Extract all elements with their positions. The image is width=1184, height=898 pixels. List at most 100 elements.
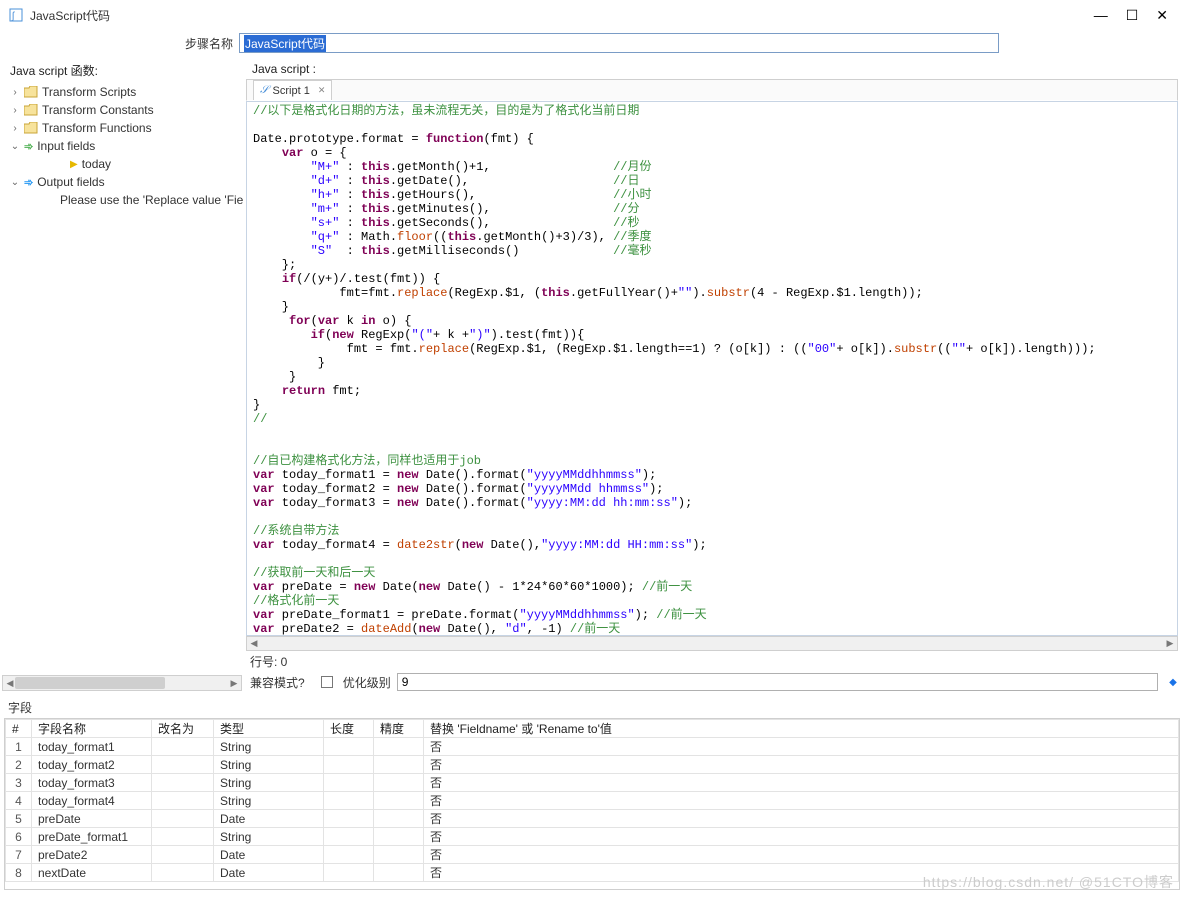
cell[interactable]: 2 bbox=[6, 756, 32, 774]
cell[interactable] bbox=[374, 828, 424, 846]
column-header[interactable]: # bbox=[6, 720, 32, 738]
table-row[interactable]: 5preDate Date 否 bbox=[6, 810, 1179, 828]
column-header[interactable]: 长度 bbox=[324, 720, 374, 738]
scroll-right-icon[interactable]: ▶ bbox=[227, 676, 241, 690]
opt-level-input[interactable] bbox=[397, 673, 1158, 691]
cell[interactable] bbox=[324, 846, 374, 864]
cell[interactable]: Date bbox=[214, 810, 324, 828]
column-header[interactable]: 字段名称 bbox=[32, 720, 152, 738]
cell[interactable] bbox=[374, 792, 424, 810]
column-header[interactable]: 改名为 bbox=[152, 720, 214, 738]
cell[interactable] bbox=[374, 774, 424, 792]
cell[interactable]: 否 bbox=[424, 864, 1179, 882]
cell[interactable]: today_format1 bbox=[32, 738, 152, 756]
cell[interactable]: today_format2 bbox=[32, 756, 152, 774]
cell[interactable] bbox=[324, 774, 374, 792]
cell[interactable]: 否 bbox=[424, 774, 1179, 792]
cell[interactable] bbox=[374, 846, 424, 864]
cell[interactable]: 1 bbox=[6, 738, 32, 756]
cell[interactable]: String bbox=[214, 738, 324, 756]
cell[interactable]: String bbox=[214, 792, 324, 810]
cell[interactable] bbox=[152, 738, 214, 756]
scroll-right-icon[interactable]: ▶ bbox=[1163, 637, 1177, 650]
expand-arrow-icon[interactable]: › bbox=[10, 105, 20, 116]
tab-script-1[interactable]: 𝒮 Script 1 ✕ bbox=[253, 80, 332, 100]
cell[interactable] bbox=[324, 828, 374, 846]
function-tree[interactable]: ›Transform Scripts›Transform Constants›T… bbox=[0, 79, 244, 675]
maximize-button[interactable]: ☐ bbox=[1126, 7, 1139, 24]
cell[interactable]: 否 bbox=[424, 756, 1179, 774]
cell[interactable]: 否 bbox=[424, 792, 1179, 810]
cell[interactable] bbox=[374, 864, 424, 882]
cell[interactable]: today_format4 bbox=[32, 792, 152, 810]
cell[interactable]: 否 bbox=[424, 846, 1179, 864]
expand-arrow-icon[interactable]: › bbox=[10, 123, 20, 134]
fields-table[interactable]: #字段名称改名为类型长度精度替换 'Fieldname' 或 'Rename t… bbox=[5, 719, 1179, 882]
cell[interactable] bbox=[152, 810, 214, 828]
expand-arrow-icon[interactable]: ⌄ bbox=[10, 177, 20, 188]
table-row[interactable]: 2today_format2 String 否 bbox=[6, 756, 1179, 774]
table-row[interactable]: 3today_format3 String 否 bbox=[6, 774, 1179, 792]
scroll-left-icon[interactable]: ◀ bbox=[247, 637, 261, 650]
cell[interactable] bbox=[152, 864, 214, 882]
cell[interactable]: preDate bbox=[32, 810, 152, 828]
cell[interactable]: 否 bbox=[424, 810, 1179, 828]
tree-item[interactable]: Please use the 'Replace value 'Fieldname… bbox=[0, 191, 244, 209]
cell[interactable]: 4 bbox=[6, 792, 32, 810]
tree-item[interactable]: ▶today bbox=[0, 155, 244, 173]
spinner-icon[interactable]: ◆ bbox=[1166, 677, 1180, 688]
cell[interactable]: nextDate bbox=[32, 864, 152, 882]
cell[interactable]: preDate2 bbox=[32, 846, 152, 864]
tree-item[interactable]: ⌄➾Input fields bbox=[0, 137, 244, 155]
cell[interactable]: String bbox=[214, 828, 324, 846]
column-header[interactable]: 类型 bbox=[214, 720, 324, 738]
cell[interactable]: preDate_format1 bbox=[32, 828, 152, 846]
cell[interactable]: String bbox=[214, 756, 324, 774]
column-header[interactable]: 替换 'Fieldname' 或 'Rename to'值 bbox=[424, 720, 1179, 738]
table-row[interactable]: 8nextDate Date 否 bbox=[6, 864, 1179, 882]
tree-item[interactable]: ›Transform Constants bbox=[0, 101, 244, 119]
cell[interactable]: 6 bbox=[6, 828, 32, 846]
cell[interactable]: 3 bbox=[6, 774, 32, 792]
left-horizontal-scrollbar[interactable]: ◀ ▶ bbox=[2, 675, 242, 691]
cell[interactable] bbox=[374, 756, 424, 774]
cell[interactable] bbox=[374, 738, 424, 756]
cell[interactable]: Date bbox=[214, 864, 324, 882]
cell[interactable]: Date bbox=[214, 846, 324, 864]
tree-item[interactable]: ⌄➾Output fields bbox=[0, 173, 244, 191]
scroll-thumb[interactable] bbox=[15, 677, 165, 689]
cell[interactable] bbox=[324, 864, 374, 882]
cell[interactable] bbox=[152, 792, 214, 810]
opt-level-checkbox[interactable] bbox=[321, 676, 333, 688]
cell[interactable] bbox=[324, 810, 374, 828]
cell[interactable] bbox=[152, 828, 214, 846]
editor-horizontal-scrollbar[interactable]: ◀ ▶ bbox=[246, 636, 1178, 651]
cell[interactable]: 8 bbox=[6, 864, 32, 882]
table-row[interactable]: 4today_format4 String 否 bbox=[6, 792, 1179, 810]
code-editor[interactable]: //以下是格式化日期的方法，虽未流程无关，目的是为了格式化当前日期 Date.p… bbox=[246, 101, 1178, 636]
table-row[interactable]: 1today_format1 String 否 bbox=[6, 738, 1179, 756]
cell[interactable] bbox=[374, 810, 424, 828]
tree-item[interactable]: ›Transform Functions bbox=[0, 119, 244, 137]
step-name-input[interactable]: JavaScript代码 bbox=[239, 33, 999, 53]
minimize-button[interactable]: — bbox=[1094, 7, 1108, 24]
cell[interactable]: String bbox=[214, 774, 324, 792]
cell[interactable]: 5 bbox=[6, 810, 32, 828]
close-button[interactable]: ✕ bbox=[1156, 7, 1168, 24]
cell[interactable] bbox=[324, 756, 374, 774]
expand-arrow-icon[interactable]: › bbox=[10, 87, 20, 98]
cell[interactable] bbox=[152, 846, 214, 864]
cell[interactable] bbox=[324, 738, 374, 756]
tree-item[interactable]: ›Transform Scripts bbox=[0, 83, 244, 101]
code-content[interactable]: //以下是格式化日期的方法，虽未流程无关，目的是为了格式化当前日期 Date.p… bbox=[253, 104, 1171, 636]
cell[interactable]: 7 bbox=[6, 846, 32, 864]
cell[interactable] bbox=[152, 756, 214, 774]
cell[interactable]: 否 bbox=[424, 738, 1179, 756]
cell[interactable]: today_format3 bbox=[32, 774, 152, 792]
cell[interactable] bbox=[324, 792, 374, 810]
table-row[interactable]: 6preDate_format1String否 bbox=[6, 828, 1179, 846]
close-icon[interactable]: ✕ bbox=[318, 85, 326, 96]
expand-arrow-icon[interactable]: ⌄ bbox=[10, 141, 20, 152]
cell[interactable] bbox=[152, 774, 214, 792]
column-header[interactable]: 精度 bbox=[374, 720, 424, 738]
